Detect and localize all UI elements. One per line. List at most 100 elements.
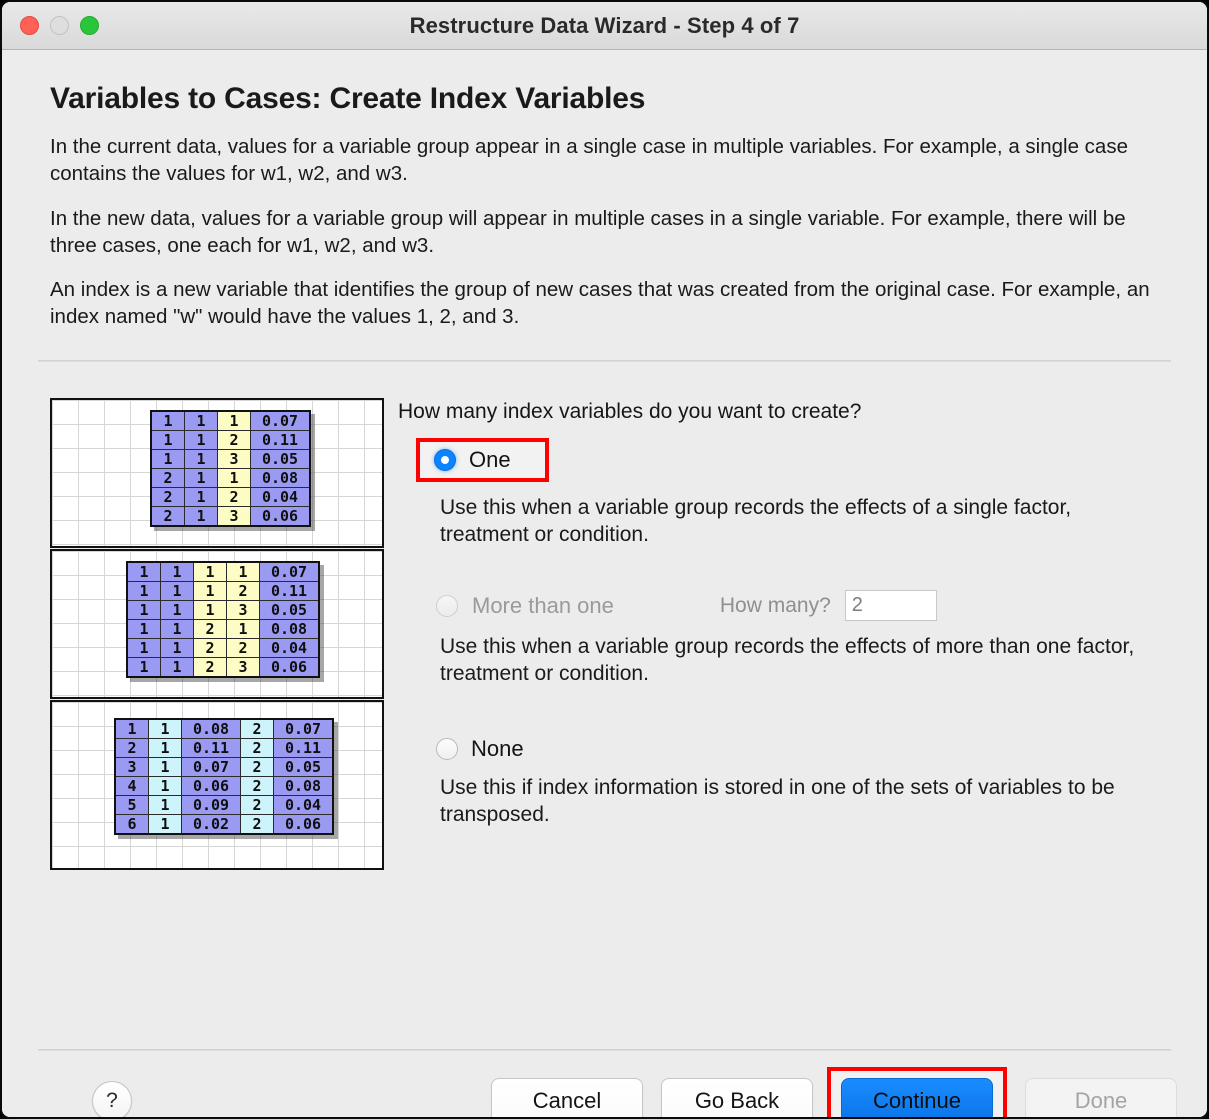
one-option-highlight[interactable]: One (416, 437, 549, 482)
one-index-illustration: 1 1 1 0.07 1 1 2 0.11 1 1 3 0.05 2 1 1 0.08 2 1 2 0.04 2 1 3 0.… (50, 397, 384, 548)
table-cell: 3 (226, 599, 260, 620)
table-cell: 0.08 (259, 618, 320, 639)
table-cell: 1 (184, 448, 218, 469)
restructure-data-wizard-window: Restructure Data Wizard - Step 4 of 7 Va… (0, 0, 1209, 1119)
table-cell: 1 (193, 599, 227, 620)
radio-none[interactable] (436, 737, 458, 760)
table-cell: 2 (217, 429, 251, 450)
one-option-description: Use this when a variable group records t… (440, 495, 1072, 546)
illustration-column: 1 1 1 0.07 1 1 2 0.11 1 1 3 0.05 2 1 1 0.08 2 1 2 0.04 2 1 3 0.… (50, 397, 384, 870)
table-cell: 1 (193, 561, 227, 582)
table-cell: 1 (126, 580, 161, 601)
wizard-content: Variables to Cases: Create Index Variabl… (2, 82, 1207, 1117)
table-cell: 2 (240, 756, 274, 777)
radio-none-label: None (471, 735, 524, 761)
table-cell: 1 (184, 505, 218, 526)
table-cell: 2 (240, 813, 274, 834)
how-many-input[interactable] (844, 590, 937, 622)
table-cell: 1 (160, 599, 194, 620)
table-cell: 0.07 (181, 756, 241, 777)
table-cell: 2 (193, 618, 227, 639)
table-cell: 1 (184, 467, 218, 488)
table-cell: 0.09 (181, 794, 241, 815)
table-cell: 6 (114, 813, 149, 834)
cancel-button[interactable]: Cancel (491, 1078, 643, 1117)
help-button[interactable]: ? (92, 1080, 132, 1117)
table-row: 1 1 1 0.07 (150, 410, 311, 431)
continue-button[interactable]: Continue (841, 1078, 993, 1117)
table-cell: 0.05 (273, 756, 334, 777)
table-cell: 1 (160, 618, 194, 639)
table-cell: 1 (148, 775, 182, 796)
table-cell: 1 (126, 656, 161, 677)
table-cell: 3 (114, 756, 149, 777)
table-cell: 1 (160, 637, 194, 658)
table-cell: 2 (240, 775, 274, 796)
none-row[interactable]: None (436, 736, 1183, 762)
table-cell: 0.06 (250, 505, 311, 526)
more-than-one-row[interactable]: More than one How many? (436, 590, 1183, 622)
table-cell: 1 (126, 599, 161, 620)
table-row: 1 1 1 3 0.05 (126, 599, 320, 620)
table-cell: 3 (217, 448, 251, 469)
radio-more-than-one[interactable] (436, 594, 458, 617)
footer-button-bar: ? Cancel Go Back Continue Done (2, 1051, 1207, 1117)
go-back-button[interactable]: Go Back (661, 1078, 813, 1117)
table-row: 5 1 0.09 2 0.04 (114, 794, 334, 815)
illustration-table-more: 1 1 1 1 0.07 1 1 1 2 0.11 1 1 1 3 0.05 1 1 2 1 0.08 1 1 2 2 0.04… (126, 560, 320, 678)
window-title: Restructure Data Wizard - Step 4 of 7 (409, 12, 800, 38)
table-cell: 1 (217, 410, 251, 431)
radio-more-than-one-label: More than one (472, 592, 614, 618)
table-cell: 0.07 (259, 561, 320, 582)
table-row: 2 1 1 0.08 (150, 467, 311, 488)
radio-one-label: One (469, 446, 511, 472)
table-cell: 2 (193, 656, 227, 677)
main-split: 1 1 1 0.07 1 1 2 0.11 1 1 3 0.05 2 1 1 0.08 2 1 2 0.04 2 1 3 0.… (26, 397, 1183, 870)
table-cell: 0.06 (273, 813, 334, 834)
table-cell: 1 (193, 580, 227, 601)
table-row: 2 1 3 0.06 (150, 505, 311, 526)
more-than-one-description: Use this when a variable group records t… (440, 635, 1135, 686)
table-cell: 1 (160, 561, 194, 582)
table-row: 2 1 2 0.04 (150, 486, 311, 507)
table-row: 1 1 2 3 0.06 (126, 656, 320, 677)
table-row: 3 1 0.07 2 0.05 (114, 756, 334, 777)
table-cell: 1 (184, 486, 218, 507)
table-row: 1 1 0.08 2 0.07 (114, 718, 334, 739)
none-index-illustration: 1 1 0.08 2 0.07 2 1 0.11 2 0.11 3 1 0.07 2 0.05 4 1 0.06 2… (50, 699, 384, 870)
table-cell: 1 (150, 429, 185, 450)
table-cell: 1 (126, 637, 161, 658)
table-cell: 0.04 (273, 794, 334, 815)
table-cell: 0.05 (259, 599, 320, 620)
table-cell: 0.07 (250, 410, 311, 431)
table-cell: 2 (150, 486, 185, 507)
table-cell: 2 (150, 467, 185, 488)
table-cell: 2 (240, 794, 274, 815)
table-cell: 3 (226, 656, 260, 677)
table-cell: 0.11 (273, 737, 334, 758)
table-cell: 0.04 (250, 486, 311, 507)
table-cell: 1 (184, 429, 218, 450)
continue-button-highlight: Continue (827, 1067, 1007, 1117)
table-cell: 0.11 (259, 580, 320, 601)
table-row: 1 1 3 0.05 (150, 448, 311, 469)
table-cell: 1 (226, 561, 260, 582)
table-row: 4 1 0.06 2 0.08 (114, 775, 334, 796)
options-question: How many index variables do you want to … (398, 399, 862, 423)
options-column: How many index variables do you want to … (384, 398, 1183, 870)
table-cell: 2 (193, 637, 227, 658)
illustration-table-one: 1 1 1 0.07 1 1 2 0.11 1 1 3 0.05 2 1 1 0.08 2 1 2 0.04 2 1 3 0.… (150, 409, 311, 527)
radio-one[interactable] (434, 448, 456, 471)
table-cell: 1 (184, 410, 218, 431)
table-cell: 0.08 (273, 775, 334, 796)
table-cell: 0.11 (181, 737, 241, 758)
table-row: 2 1 0.11 2 0.11 (114, 737, 334, 758)
table-cell: 2 (150, 505, 185, 526)
table-cell: 1 (160, 580, 194, 601)
table-cell: 0.11 (250, 429, 311, 450)
table-cell: 0.07 (273, 718, 334, 739)
table-cell: 0.05 (250, 448, 311, 469)
description-paragraph-3: An index is a new variable that identifi… (50, 278, 1150, 329)
top-divider (38, 359, 1171, 362)
table-cell: 2 (240, 718, 274, 739)
